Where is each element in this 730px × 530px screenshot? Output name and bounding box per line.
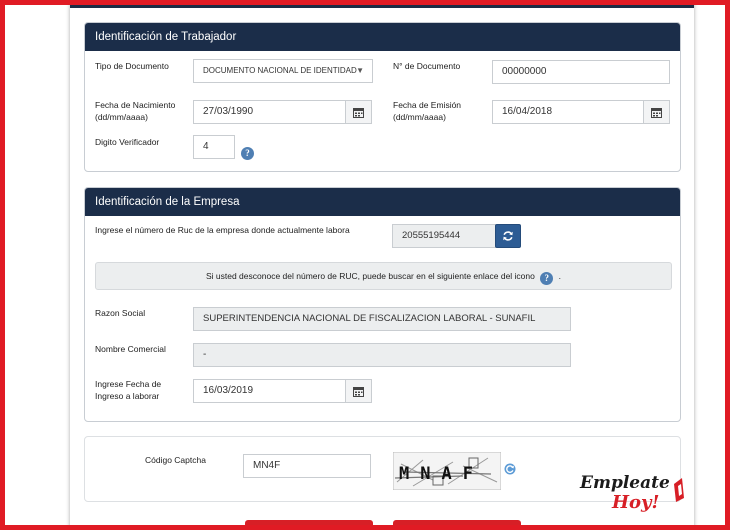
birth-date-label-line1: Fecha de Nacimiento xyxy=(95,100,176,110)
captcha-input[interactable]: MN4F xyxy=(243,454,371,478)
logo-line1: Empleate xyxy=(579,473,670,493)
help-icon[interactable]: ? xyxy=(241,147,254,160)
help-icon[interactable]: ? xyxy=(540,272,554,285)
worker-panel: Identificación de Trabajador Tipo de Doc… xyxy=(84,22,681,172)
emission-date-label-line2: (dd/mm/aaaa) xyxy=(393,112,446,122)
secondary-action-button[interactable] xyxy=(393,520,521,530)
emission-date-label-line1: Fecha de Emisión xyxy=(393,100,462,110)
refresh-icon[interactable] xyxy=(504,463,516,475)
ingreso-date-calendar-button[interactable] xyxy=(345,379,372,403)
doc-type-value: DOCUMENTO NACIONAL DE IDENTIDAD xyxy=(203,66,357,75)
company-panel: Identificación de la Empresa Ingrese el … xyxy=(84,187,681,422)
ingreso-date-label: Ingrese Fecha de Ingreso a laborar xyxy=(95,378,161,402)
nombre-comercial-label: Nombre Comercial xyxy=(95,344,166,354)
nombre-comercial-input[interactable]: - xyxy=(193,343,571,367)
ingreso-date-label-line2: Ingreso a laborar xyxy=(95,391,160,401)
birth-date-label-line2: (dd/mm/aaaa) xyxy=(95,112,148,122)
ruc-label: Ingrese el número de Ruc de la empresa d… xyxy=(95,225,350,235)
caret-down-icon: ▼ xyxy=(356,66,364,75)
captcha-label: Código Captcha xyxy=(145,455,206,465)
calendar-icon xyxy=(651,107,662,118)
check-digit-input[interactable]: 4 xyxy=(193,135,235,159)
empleate-hoy-logo: Empleate Hoy! xyxy=(579,473,684,512)
ingreso-date-label-line1: Ingrese Fecha de xyxy=(95,379,162,389)
doc-number-input[interactable]: 00000000 xyxy=(492,60,670,84)
ruc-input[interactable]: 20555195444 xyxy=(392,224,496,248)
ruc-info-box: Si usted desconoce del número de RUC, pu… xyxy=(95,262,672,290)
razon-social-input[interactable]: SUPERINTENDENCIA NACIONAL DE FISCALIZACI… xyxy=(193,307,571,331)
birth-date-calendar-button[interactable] xyxy=(345,100,372,124)
birth-date-input[interactable]: 27/03/1990 xyxy=(193,100,346,124)
primary-action-button[interactable] xyxy=(245,520,373,530)
ingreso-date-input[interactable]: 16/03/2019 xyxy=(193,379,346,403)
doc-type-select[interactable]: DOCUMENTO NACIONAL DE IDENTIDAD ▼ xyxy=(193,59,373,83)
ruc-info-suffix: . xyxy=(558,271,561,281)
razon-social-label: Razon Social xyxy=(95,308,146,318)
emission-date-input[interactable]: 16/04/2018 xyxy=(492,100,644,124)
ruc-refresh-button[interactable] xyxy=(495,224,521,248)
doc-type-label: Tipo de Documento xyxy=(95,61,169,71)
captcha-image: MNAF xyxy=(393,452,501,490)
top-bar xyxy=(70,0,694,8)
worker-panel-title: Identificación de Trabajador xyxy=(85,23,680,51)
ruc-info-text: Si usted desconoce del número de RUC, pu… xyxy=(205,271,535,281)
calendar-icon xyxy=(353,386,364,397)
birth-date-label: Fecha de Nacimiento (dd/mm/aaaa) xyxy=(95,99,175,123)
company-panel-title: Identificación de la Empresa xyxy=(85,188,680,216)
captcha-image-text: MNAF xyxy=(399,464,484,484)
doc-number-label: N° de Documento xyxy=(393,61,461,71)
refresh-icon xyxy=(503,231,513,241)
calendar-icon xyxy=(353,107,364,118)
emission-date-label: Fecha de Emisión (dd/mm/aaaa) xyxy=(393,99,461,123)
emission-date-calendar-button[interactable] xyxy=(643,100,670,124)
logo-line2: Hoy! xyxy=(611,492,659,512)
check-digit-label: Digito Verificador xyxy=(95,137,160,147)
form-page: Identificación de Trabajador Tipo de Doc… xyxy=(70,0,694,530)
